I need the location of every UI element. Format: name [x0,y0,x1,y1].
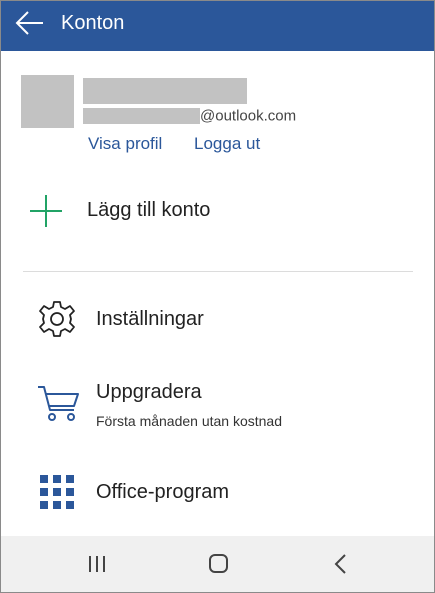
home-icon [209,554,228,573]
email-domain: @outlook.com [200,107,297,125]
office-apps-item[interactable]: Office-program [1,469,434,519]
upgrade-label: Uppgradera [96,381,202,403]
nav-recents-button[interactable] [77,548,117,580]
chevron-left-icon [334,554,346,574]
sign-out-link[interactable]: Logga ut [194,134,260,154]
email-user-redacted [83,107,200,124]
cart-icon [38,386,79,421]
back-button[interactable] [11,7,51,43]
recents-icon [89,556,105,572]
add-account-item[interactable]: Lägg till konto [1,187,434,237]
add-account-label: Lägg till konto [87,199,211,221]
nav-back-button[interactable] [320,548,360,580]
accounts-screen: Konton @outlook.com Visa profil Logga ut… [0,0,435,593]
page-title: Konton [61,12,125,34]
settings-item[interactable]: Inställningar [1,293,434,347]
office-apps-label: Office-program [96,481,230,503]
arrow-left-icon [15,11,43,35]
grid-icon [40,475,74,509]
avatar [21,75,74,128]
upgrade-subtitle: Första månaden utan kostnad [96,413,283,429]
settings-label: Inställningar [96,308,204,330]
app-bar: Konton [1,1,434,51]
account-name-redacted [83,78,247,104]
plus-icon [30,195,62,227]
account-email: @outlook.com [83,107,296,127]
nav-home-button[interactable] [198,548,238,580]
divider [23,271,413,272]
gear-icon [39,301,75,337]
view-profile-link[interactable]: Visa profil [88,134,162,154]
upgrade-item[interactable]: Uppgradera Första månaden utan kostnad [1,376,434,436]
system-nav-bar [1,536,434,592]
